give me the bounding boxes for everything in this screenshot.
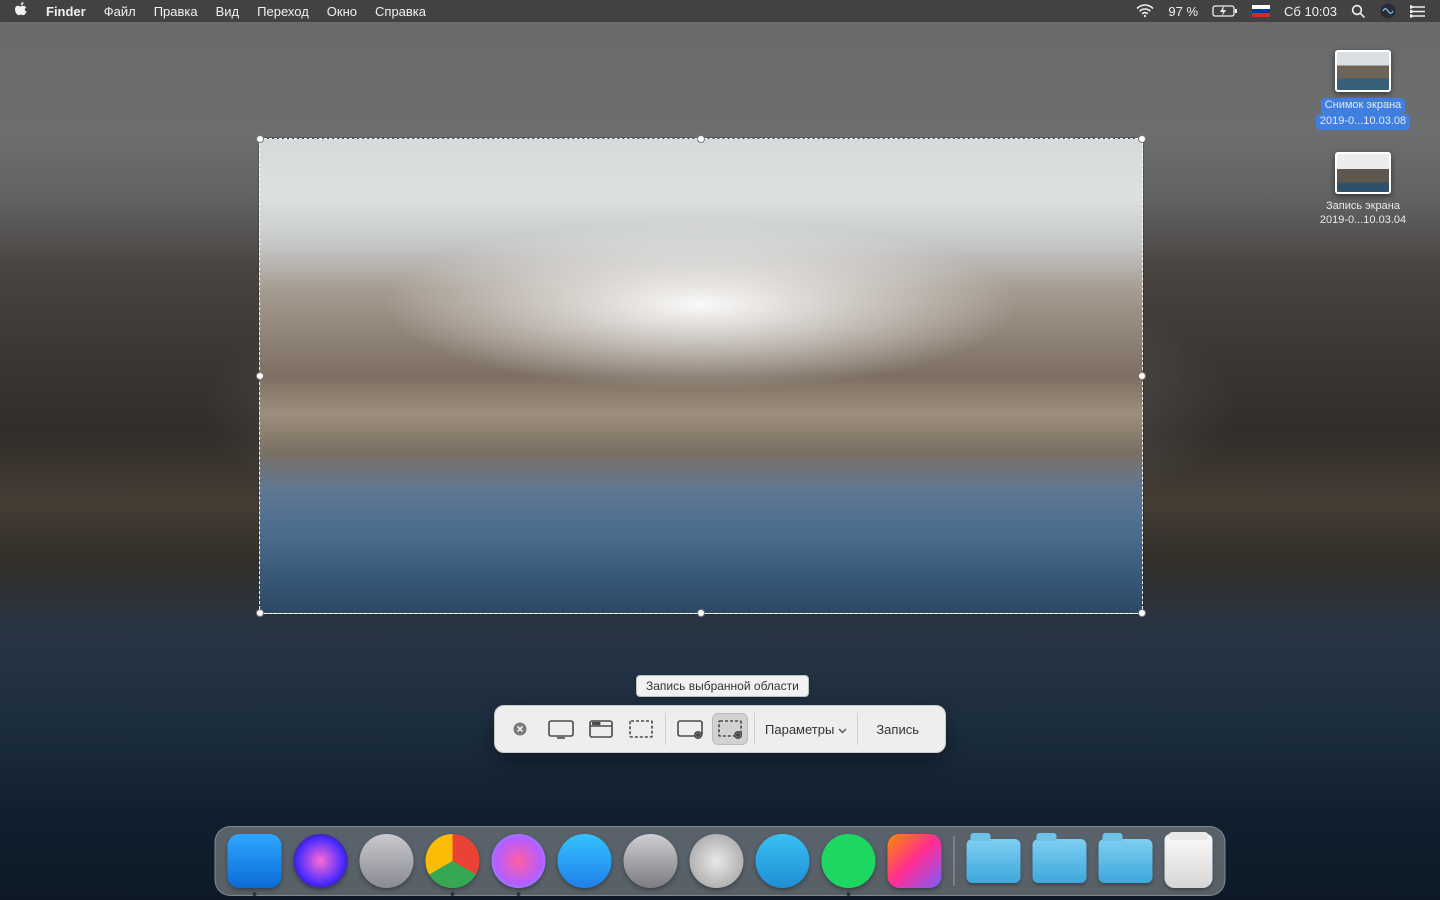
dock-app-chrome[interactable] <box>426 834 480 888</box>
dock-app-itunes[interactable] <box>492 834 546 888</box>
menu-edit[interactable]: Правка <box>154 4 198 19</box>
dock-app-launchpad[interactable] <box>360 834 414 888</box>
dock-folder[interactable] <box>1099 839 1153 883</box>
battery-charging-icon[interactable] <box>1212 4 1238 18</box>
dock-app-photos[interactable] <box>888 834 942 888</box>
desktop-item-thumbnail <box>1335 152 1391 194</box>
menubar-clock[interactable]: Сб 10:03 <box>1284 4 1337 19</box>
toolbar-close-button[interactable] <box>509 718 531 740</box>
notification-center-icon[interactable] <box>1410 5 1426 18</box>
input-source-flag-icon[interactable] <box>1252 5 1270 17</box>
resize-handle-bottom-left[interactable] <box>256 609 264 617</box>
capture-selection-button[interactable] <box>623 713 659 745</box>
capture-window-button[interactable] <box>583 713 619 745</box>
menu-help[interactable]: Справка <box>375 4 426 19</box>
toolbar-options-button[interactable]: Параметры <box>755 713 857 745</box>
desktop-item-recording[interactable]: Запись экрана 2019-0...10.03.04 <box>1308 152 1418 228</box>
toolbar-record-label: Запись <box>876 722 919 737</box>
dock-running-indicator <box>517 892 521 896</box>
desktop-item-thumbnail <box>1335 50 1391 92</box>
dock-running-indicator <box>847 892 851 896</box>
dock-folder[interactable] <box>1033 839 1087 883</box>
spotlight-icon[interactable] <box>1351 4 1366 19</box>
resize-handle-bottom-right[interactable] <box>1138 609 1146 617</box>
dock-app-app-store[interactable] <box>558 834 612 888</box>
dock-app-settings[interactable] <box>624 834 678 888</box>
dock-app-siri[interactable] <box>294 834 348 888</box>
record-entire-screen-button[interactable] <box>672 713 708 745</box>
desktop-item-sublabel: 2019-0...10.03.08 <box>1320 115 1406 127</box>
wifi-icon[interactable] <box>1136 4 1154 18</box>
menu-file[interactable]: Файл <box>104 4 136 19</box>
dock-folder[interactable] <box>967 839 1021 883</box>
dock-running-indicator <box>253 892 257 896</box>
resize-handle-bottom[interactable] <box>697 609 705 617</box>
battery-percent[interactable]: 97 % <box>1168 4 1198 19</box>
resize-handle-top-left[interactable] <box>256 135 264 143</box>
menu-go[interactable]: Переход <box>257 4 309 19</box>
dock-divider <box>954 836 955 886</box>
dock <box>215 826 1226 896</box>
resize-handle-top-right[interactable] <box>1138 135 1146 143</box>
desktop-item-screenshot[interactable]: Снимок экрана 2019-0...10.03.08 <box>1308 50 1418 130</box>
toolbar-record-button[interactable]: Запись <box>858 713 937 745</box>
apple-menu-icon[interactable] <box>14 2 28 21</box>
capture-entire-screen-button[interactable] <box>543 713 579 745</box>
screenshot-toolbar: Параметры Запись <box>494 705 946 753</box>
menubar-app-name[interactable]: Finder <box>46 4 86 19</box>
dock-running-indicator <box>451 892 455 896</box>
menu-window[interactable]: Окно <box>327 4 357 19</box>
menubar: Finder Файл Правка Вид Переход Окно Спра… <box>0 0 1440 22</box>
resize-handle-right[interactable] <box>1138 372 1146 380</box>
desktop-item-label: Снимок экрана <box>1325 99 1402 111</box>
capture-selection-area[interactable] <box>259 138 1143 614</box>
dock-app-finder[interactable] <box>228 834 282 888</box>
dock-app-telegram[interactable] <box>756 834 810 888</box>
resize-handle-top[interactable] <box>697 135 705 143</box>
screenshot-mode-tooltip: Запись выбранной области <box>636 675 809 697</box>
dock-trash[interactable] <box>1165 834 1213 888</box>
chevron-down-icon <box>838 722 847 737</box>
record-selection-button[interactable] <box>712 713 748 745</box>
dock-app-spotify[interactable] <box>822 834 876 888</box>
desktop-item-sublabel: 2019-0...10.03.04 <box>1320 214 1406 226</box>
menu-view[interactable]: Вид <box>216 4 240 19</box>
siri-status-icon[interactable] <box>1380 3 1396 19</box>
desktop-item-label: Запись экрана <box>1326 200 1400 212</box>
dock-app-disk[interactable] <box>690 834 744 888</box>
resize-handle-left[interactable] <box>256 372 264 380</box>
toolbar-options-label: Параметры <box>765 722 834 737</box>
